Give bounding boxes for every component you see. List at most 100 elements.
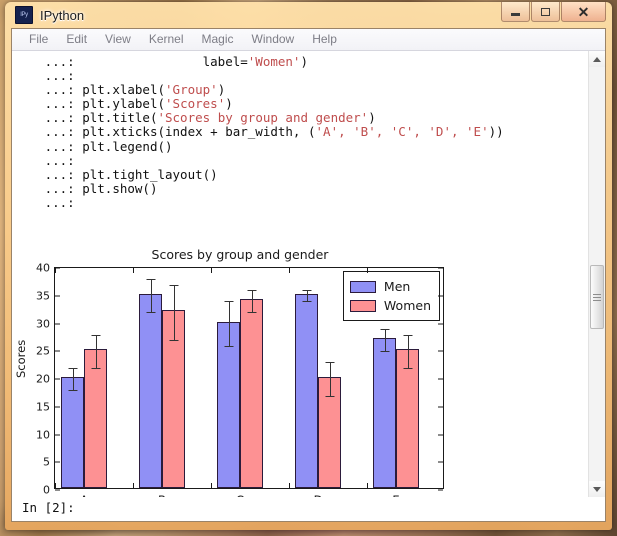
chart-legend: Men Women [342,271,440,321]
legend-label-men: Men [383,279,411,294]
scrollbar-down-button[interactable] [589,481,605,497]
y-axis-tick-label: 35 [36,289,50,303]
scrollbar-grip-icon [593,292,601,303]
code-token: plt.ylabel( [82,96,166,112]
error-bar-cap [91,334,100,336]
x-axis-tick-mark [55,268,56,273]
y-axis-tick-mark [55,323,60,324]
input-prompt[interactable]: In [2]: [12,497,605,521]
y-axis-tick-mark [438,295,443,297]
bar-men-a [61,377,84,488]
y-axis-tick-label: 5 [43,455,50,469]
error-bar-cap [146,312,155,314]
y-axis-tick-label: 30 [36,317,50,330]
menu-item-edit[interactable]: Edit [57,31,96,48]
error-bar-line [329,362,331,396]
matplotlib-figure: Scores by group and gender Scores Men Wo… [14,241,464,497]
legend-swatch-women [349,299,376,312]
y-axis-tick-label: 20 [36,372,50,386]
y-axis-tick-label: 10 [36,428,50,441]
y-axis-tick-mark [438,350,443,352]
x-axis-tick-mark [211,483,212,488]
x-axis-tick-mark [133,268,134,273]
chart-title: Scores by group and gender [151,247,329,262]
code-line: ...: [22,194,588,210]
error-bar-line [251,290,253,313]
minimize-button[interactable] [501,2,530,22]
y-axis-tick-mark [438,323,443,324]
code-token: plt.legend() [82,138,173,154]
y-axis-tick-label: 25 [36,344,50,358]
string-literal: 'Women' [247,54,301,69]
string-literal: 'A', 'B', 'C', 'D', 'E' [315,124,489,140]
string-literal: 'Group' [165,82,218,98]
menu-item-help[interactable]: Help [303,31,346,48]
code-line: ...: [22,152,588,168]
window-titlebar[interactable]: IPy IPython ✕ [11,2,606,28]
legend-entry-women: Women [349,296,431,315]
error-bar-cap [247,290,256,292]
y-axis-tick-mark [438,461,443,463]
y-axis-tick-mark [55,350,60,352]
continuation-prompt: ...: [22,152,75,168]
continuation-prompt: ...: [22,194,75,210]
error-bar-cap [224,345,233,347]
y-axis-tick-mark [55,434,60,435]
error-bar-cap [169,340,178,342]
code-token: plt.title( [82,110,158,126]
error-bar-cap [224,301,233,303]
menu-item-kernel[interactable]: Kernel [140,31,193,48]
x-axis-tick-mark [55,483,56,488]
x-axis-tick-mark [367,268,368,273]
error-bar-cap [302,290,311,292]
vertical-scrollbar[interactable] [588,51,605,497]
error-bar-cap [380,329,389,331]
error-bar-cap [68,390,77,392]
legend-swatch-men [349,280,376,293]
bar-men-b [139,293,162,488]
menu-item-magic[interactable]: Magic [193,31,243,48]
error-bar-line [306,290,308,302]
chart-ylabel: Scores [14,339,28,378]
error-bar-line [72,367,74,391]
code-line: ...: plt.xlabel('Group') [22,83,588,97]
error-bar-line [228,301,230,346]
bar-women-e [396,349,419,488]
error-bar-cap [68,367,77,369]
maximize-button[interactable] [531,2,560,22]
continuation-prompt: ...: [22,68,75,84]
y-axis-tick-mark [55,406,60,408]
code-token: ) [300,54,308,69]
console-output-area[interactable]: ...: label='Women') ...: ...: plt.xlabel… [12,51,588,497]
chart-axes: Men Women 0 5 10 15 20 25 30 35 40 A B C D E [36,262,444,497]
continuation-prompt: ...: [22,54,203,69]
y-axis-tick-label: 40 [36,261,50,275]
error-bar-line [407,334,409,368]
menu-item-file[interactable]: File [20,31,57,48]
scrollbar-up-button[interactable] [589,51,605,67]
y-axis-tick-mark [438,434,443,435]
close-button[interactable]: ✕ [561,2,606,22]
scrollbar-thumb[interactable] [590,265,604,329]
code-token: plt.tight_layout() [82,166,218,182]
y-axis-tick-mark [438,378,443,380]
code-line: ...: [22,69,588,83]
string-literal: 'Scores' [165,96,226,112]
error-bar-cap [403,367,412,369]
y-axis-tick-mark [55,295,60,297]
code-line: ...: plt.tight_layout() [22,166,588,182]
x-axis-tick-mark [289,483,290,488]
menu-item-window[interactable]: Window [243,31,304,48]
triangle-up-icon [593,56,601,62]
continuation-prompt: ...: [22,138,83,154]
code-token: plt.xlabel( [82,82,166,98]
code-listing: ...: label='Women') ...: ...: plt.xlabel… [12,51,588,210]
x-axis-tick-label: B [158,493,166,497]
bar-women-a [84,349,107,488]
continuation-prompt: ...: [22,96,83,112]
error-bar-cap [380,351,389,353]
legend-entry-men: Men [349,277,431,296]
bar-men-e [373,338,396,488]
menu-item-view[interactable]: View [96,31,140,48]
scrollbar-track[interactable] [589,67,605,481]
